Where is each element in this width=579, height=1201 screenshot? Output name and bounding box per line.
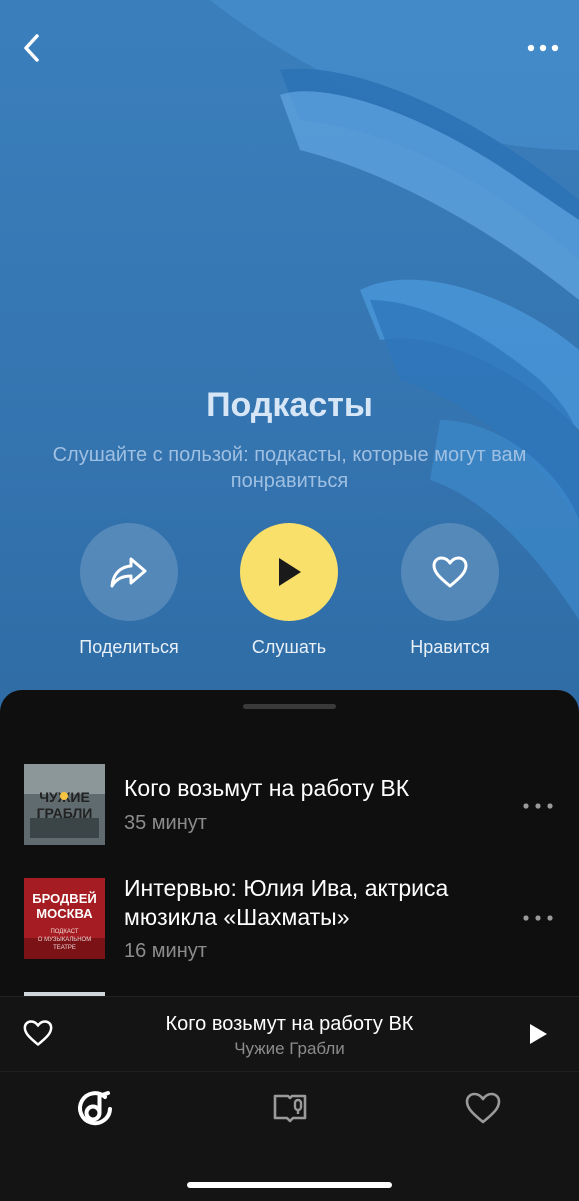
more-button[interactable] (521, 26, 565, 70)
podcast-book-icon (273, 1094, 307, 1123)
tab-podcasts[interactable] (266, 1084, 314, 1132)
svg-text:ГРАБЛИ: ГРАБЛИ (37, 805, 93, 821)
music-note-icon (78, 1091, 112, 1126)
listen-button-circle[interactable] (240, 523, 338, 621)
play-icon (279, 558, 301, 586)
svg-text:ПОДКАСТ: ПОДКАСТ (50, 929, 78, 935)
playlist-header: Подкасты Слушайте с пользой: подкасты, к… (0, 0, 579, 720)
episode-title: Кого возьмут на работу ВК (124, 775, 410, 801)
mini-player-play-button[interactable] (521, 1017, 555, 1051)
tab-liked[interactable] (459, 1084, 507, 1132)
episode-duration: 16 минут (124, 940, 207, 962)
episode-row[interactable]: ЧУЖИЕ ГРАБЛИ Кого возьмут на работу ВК 3… (0, 764, 579, 846)
more-horizontal-icon (523, 803, 553, 809)
share-button[interactable]: Поделиться (49, 523, 209, 658)
mini-player[interactable]: Кого возьмут на работу ВК Чужие Грабли (0, 996, 579, 1071)
back-button[interactable] (10, 26, 54, 70)
more-horizontal-icon (527, 44, 559, 52)
episode-duration: 35 минут (124, 812, 207, 834)
more-horizontal-icon (523, 915, 553, 921)
svg-text:ТЕАТРЕ: ТЕАТРЕ (53, 945, 76, 951)
page-subtitle: Слушайте с пользой: подкасты, которые мо… (52, 444, 527, 492)
share-button-circle[interactable] (80, 523, 178, 621)
chevron-left-icon (24, 34, 39, 62)
listen-button[interactable]: Слушать (209, 523, 369, 658)
episode-cover: БРОДВЕЙ МОСКВА ПОДКАСТ О МУЗЫКАЛЬНОМ ТЕА… (24, 878, 105, 959)
heart-icon (432, 556, 468, 588)
svg-text:БРОДВЕЙ: БРОДВЕЙ (32, 891, 96, 906)
episode-row[interactable]: БРОДВЕЙ МОСКВА ПОДКАСТ О МУЗЫКАЛЬНОМ ТЕА… (0, 875, 579, 968)
share-icon (110, 557, 147, 588)
home-indicator[interactable] (187, 1182, 392, 1188)
share-label: Поделиться (79, 637, 179, 657)
like-button-circle[interactable] (401, 523, 499, 621)
episode-list-sheet: ЧУЖИЕ ГРАБЛИ Кого возьмут на работу ВК 3… (0, 690, 579, 996)
bottom-tab-bar (0, 1071, 579, 1201)
episode-cover: ЧУЖИЕ ГРАБЛИ (24, 764, 105, 845)
tab-music[interactable] (72, 1084, 120, 1132)
mini-player-title: Кого возьмут на работу ВК (165, 1013, 414, 1035)
sheet-drag-handle[interactable] (243, 704, 336, 709)
heart-icon (465, 1092, 501, 1124)
svg-text:МОСКВА: МОСКВА (36, 906, 93, 921)
play-icon (530, 1024, 547, 1044)
episode-title: Интервью: Юлия Ива, актриса мюзикла «Шах… (124, 875, 449, 930)
page-title: Подкасты (206, 386, 373, 424)
svg-text:О МУЗЫКАЛЬНОМ: О МУЗЫКАЛЬНОМ (38, 937, 91, 943)
listen-label: Слушать (251, 637, 327, 657)
episode-more-button[interactable] (521, 908, 555, 928)
mini-player-subtitle: Чужие Грабли (234, 1039, 345, 1058)
episode-more-button[interactable] (521, 796, 555, 816)
like-button[interactable]: Нравится (370, 523, 530, 658)
like-label: Нравится (410, 637, 490, 657)
